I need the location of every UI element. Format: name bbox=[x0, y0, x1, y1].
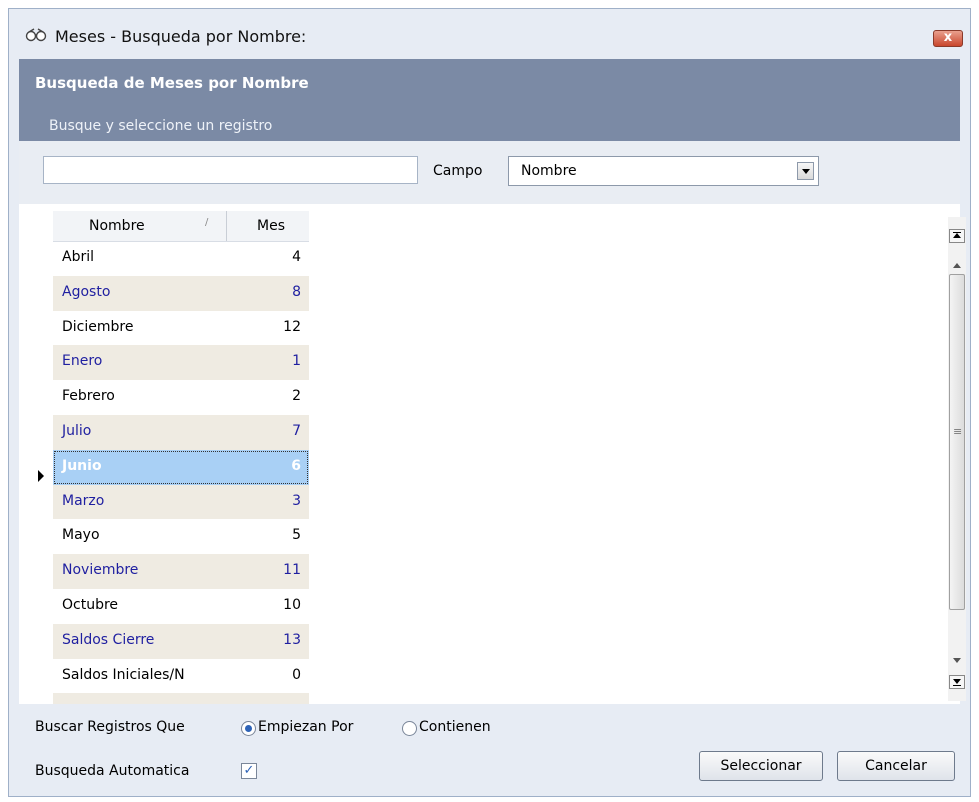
cell-mes: 3 bbox=[292, 492, 301, 509]
table-row[interactable]: Noviembre 11 bbox=[53, 554, 309, 589]
column-header-nombre-label: Nombre bbox=[89, 218, 145, 234]
title-bar: Meses - Busqueda por Nombre: x bbox=[9, 9, 970, 59]
busqueda-automatica-label: Busqueda Automatica bbox=[35, 763, 190, 779]
cell-nombre: Abril bbox=[62, 249, 94, 265]
cell-mes: 1 bbox=[292, 353, 301, 370]
vertical-scrollbar[interactable] bbox=[948, 217, 966, 701]
busqueda-automatica-checkbox[interactable]: ✓ bbox=[241, 763, 257, 779]
cell-nombre: Diciembre bbox=[62, 318, 134, 335]
search-bar: Campo Nombre bbox=[19, 141, 960, 204]
checkmark-icon: ✓ bbox=[243, 763, 255, 778]
radio-contienen[interactable] bbox=[402, 721, 417, 736]
cell-nombre: Agosto bbox=[62, 283, 111, 300]
close-icon: x bbox=[943, 30, 953, 45]
cell-nombre: Saldos Iniciales/N bbox=[62, 666, 185, 683]
cell-mes: 10 bbox=[283, 596, 301, 613]
cell-mes: 4 bbox=[292, 249, 301, 265]
scroll-to-bottom-icon[interactable] bbox=[949, 675, 965, 689]
column-header-nombre[interactable]: Nombre / bbox=[53, 211, 227, 241]
buscar-registros-label: Buscar Registros Que bbox=[35, 719, 185, 735]
close-button[interactable]: x bbox=[933, 30, 963, 47]
cell-nombre: Marzo bbox=[62, 492, 105, 509]
cell-mes: 0 bbox=[292, 666, 301, 683]
table-row[interactable]: Agosto 8 bbox=[53, 275, 309, 311]
cell-nombre: Junio bbox=[62, 457, 102, 474]
cell-mes: 11 bbox=[283, 562, 301, 579]
cell-nombre: Febrero bbox=[62, 388, 115, 405]
table-row-partial[interactable] bbox=[53, 693, 309, 704]
column-header-mes[interactable]: Mes bbox=[227, 211, 309, 241]
table-row-selected[interactable]: Junio 6 bbox=[53, 449, 309, 485]
table-row[interactable]: Saldos Cierre 13 bbox=[53, 623, 309, 659]
grid-header: Nombre / Mes bbox=[53, 211, 309, 242]
header-title: Busqueda de Meses por Nombre bbox=[35, 74, 309, 92]
window-title: Meses - Busqueda por Nombre: bbox=[55, 27, 307, 46]
cell-nombre: Julio bbox=[62, 422, 92, 439]
campo-dropdown[interactable]: Nombre bbox=[508, 156, 819, 186]
sort-indicator-icon: / bbox=[205, 217, 209, 228]
search-input[interactable] bbox=[43, 156, 418, 184]
cell-nombre: Saldos Cierre bbox=[62, 631, 155, 648]
campo-label: Campo bbox=[433, 163, 483, 179]
radio-empiezan-por-label[interactable]: Empiezan Por bbox=[258, 719, 353, 735]
cell-mes: 5 bbox=[292, 527, 301, 544]
cell-mes: 8 bbox=[292, 283, 301, 300]
cell-nombre: Enero bbox=[62, 353, 103, 370]
header-subtitle: Busque y seleccione un registro bbox=[49, 118, 273, 134]
radio-empiezan-por[interactable] bbox=[241, 721, 256, 736]
cell-mes: 13 bbox=[283, 631, 301, 648]
table-row[interactable]: Febrero 2 bbox=[53, 380, 309, 415]
cell-nombre: Octubre bbox=[62, 596, 119, 613]
table-row[interactable]: Marzo 3 bbox=[53, 484, 309, 520]
cell-mes: 7 bbox=[292, 422, 301, 439]
footer-panel: Buscar Registros Que Empiezan Por Contie… bbox=[19, 704, 960, 794]
cell-mes: 2 bbox=[292, 388, 301, 405]
scroll-to-top-icon[interactable] bbox=[949, 229, 965, 243]
table-row[interactable]: Mayo 5 bbox=[53, 519, 309, 554]
scrollbar-thumb[interactable] bbox=[949, 274, 965, 610]
current-row-indicator-icon bbox=[38, 470, 44, 482]
grid-rows: Abril 4 Agosto 8 Diciembre 12 Enero 1 Febrer… bbox=[53, 241, 309, 704]
cell-mes: 12 bbox=[283, 318, 301, 335]
table-row[interactable]: Abril 4 bbox=[53, 241, 309, 276]
scroll-up-icon[interactable] bbox=[953, 263, 961, 268]
cell-mes: 6 bbox=[291, 457, 301, 474]
cell-nombre: Noviembre bbox=[62, 562, 139, 579]
radio-contienen-label[interactable]: Contienen bbox=[419, 719, 491, 735]
table-row[interactable]: Julio 7 bbox=[53, 414, 309, 450]
select-button[interactable]: Seleccionar bbox=[699, 751, 823, 781]
table-row[interactable]: Enero 1 bbox=[53, 345, 309, 381]
table-row[interactable]: Diciembre 12 bbox=[53, 311, 309, 346]
scroll-down-icon[interactable] bbox=[953, 658, 961, 663]
results-grid: Nombre / Mes Abril 4 Agosto 8 Diciembre 12 … bbox=[19, 204, 960, 704]
cancel-button[interactable]: Cancelar bbox=[837, 751, 955, 781]
dropdown-arrow-icon[interactable] bbox=[797, 162, 814, 180]
table-row[interactable]: Octubre 10 bbox=[53, 589, 309, 624]
campo-value: Nombre bbox=[521, 163, 577, 179]
table-row[interactable]: Saldos Iniciales/N 0 bbox=[53, 659, 309, 694]
header-panel: Busqueda de Meses por Nombre Busque y se… bbox=[19, 59, 960, 141]
column-header-mes-label: Mes bbox=[257, 218, 285, 234]
dialog-window: Meses - Busqueda por Nombre: x Busqueda … bbox=[8, 8, 971, 797]
cell-nombre: Mayo bbox=[62, 527, 100, 544]
binoculars-icon bbox=[25, 28, 47, 42]
